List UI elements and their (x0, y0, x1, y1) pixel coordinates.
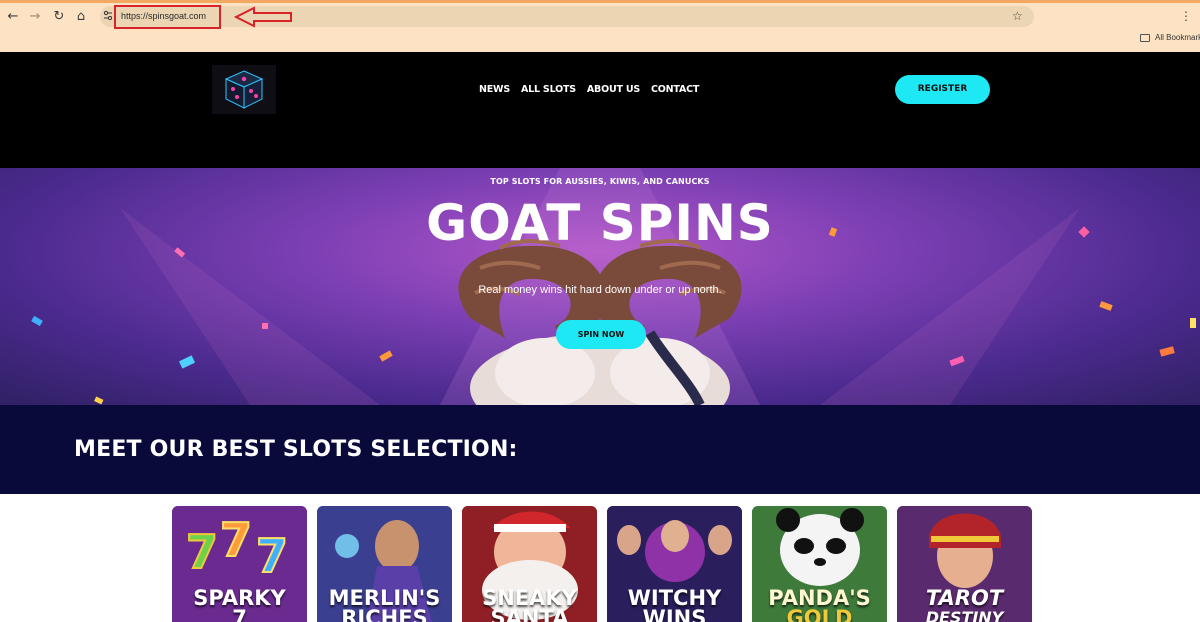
all-bookmarks[interactable]: All Bookmarks (1140, 33, 1200, 42)
svg-text:7: 7 (256, 529, 288, 583)
hero-subtitle: Real money wins hit hard down under or u… (478, 284, 722, 296)
slot-title-line2: GOLD (786, 606, 853, 622)
slot-title-line1: WITCHY (627, 586, 722, 610)
slot-card-sneaky-santa[interactable]: SNEAKY SANTA (462, 506, 597, 622)
reload-icon[interactable]: ↻ (51, 9, 67, 25)
slot-card-sparky-7[interactable]: 7 7 7 SPARKY 7 (172, 506, 307, 622)
slot-grid: 7 7 7 SPARKY 7 MERLIN'S RICHES SNEAKY SA… (172, 506, 1032, 622)
slot-title-line1: MERLIN'S (328, 586, 441, 610)
back-icon[interactable]: ← (5, 9, 21, 25)
svg-text:7: 7 (220, 513, 252, 567)
folder-icon (1140, 33, 1150, 42)
slot-card-merlins-riches[interactable]: MERLIN'S RICHES (317, 506, 452, 622)
slot-title-line2: 7 (232, 606, 247, 622)
browser-tab-strip-edge (0, 0, 1200, 3)
slot-title-line1: SPARKY (193, 586, 286, 610)
all-bookmarks-label: All Bookmarks (1155, 33, 1200, 42)
register-button[interactable]: REGISTER (895, 75, 990, 104)
slot-card-witchy-wins[interactable]: WITCHY WINS (607, 506, 742, 622)
selection-title: MEET OUR BEST SLOTS SELECTION: (74, 437, 518, 462)
main-nav: NEWS ALL SLOTS ABOUT US CONTACT (479, 84, 699, 95)
home-icon[interactable]: ⌂ (73, 9, 89, 25)
slot-title-line1: TAROT (925, 586, 1004, 610)
slot-title-line1: SNEAKY (482, 586, 577, 610)
slot-title-line2: DESTINY (925, 608, 1004, 622)
site-header (0, 52, 1200, 168)
svg-text:7: 7 (186, 525, 218, 579)
nav-all-slots[interactable]: ALL SLOTS (521, 84, 576, 95)
slot-card-pandas-gold[interactable]: PANDA'S GOLD (752, 506, 887, 622)
slot-title-line2: WINS (642, 606, 707, 622)
browser-menu-icon[interactable]: ⋮ (1180, 9, 1192, 23)
hero-kicker: TOP SLOTS FOR AUSSIES, KIWIS, AND CANUCK… (490, 177, 710, 186)
nav-about-us[interactable]: ABOUT US (587, 84, 640, 95)
slot-title-line1: PANDA'S (768, 586, 871, 610)
hero-title: GOAT SPINS (426, 194, 774, 252)
forward-icon[interactable]: → (27, 9, 43, 25)
nav-news[interactable]: NEWS (479, 84, 510, 95)
slot-title-line2: SANTA (490, 606, 569, 622)
spin-now-button[interactable]: SPIN NOW (556, 320, 646, 349)
nav-contact[interactable]: CONTACT (651, 84, 699, 95)
arrow-left-annotation-icon (234, 6, 292, 28)
bookmark-star-icon[interactable]: ☆ (1012, 9, 1023, 23)
slot-card-tarot-destiny[interactable]: TAROT DESTINY (897, 506, 1032, 622)
slot-title-line2: RICHES (341, 606, 428, 622)
site-info-icon[interactable] (103, 10, 113, 22)
dice-logo[interactable] (212, 65, 276, 114)
url-highlight-box (114, 5, 221, 29)
